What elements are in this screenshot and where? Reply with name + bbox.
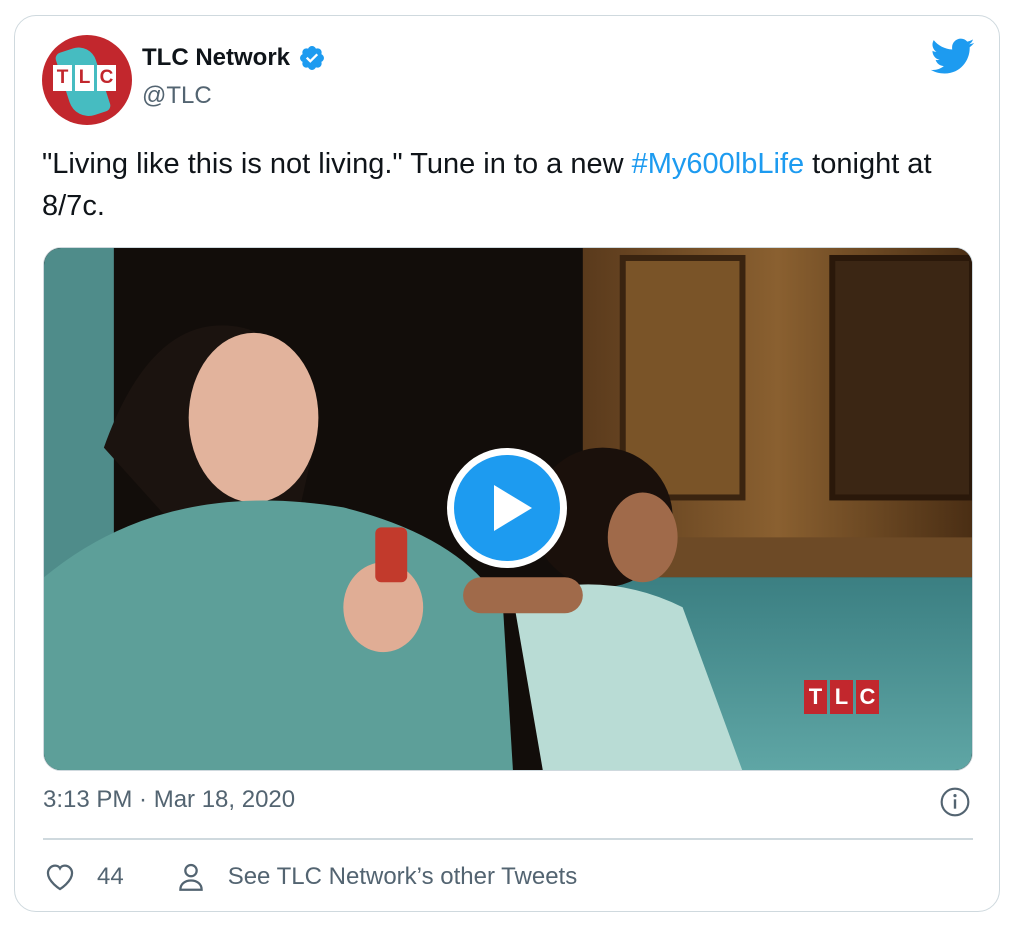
tweet-actions: 44 See TLC Network’s other Tweets (43, 859, 577, 895)
heart-icon (46, 864, 74, 891)
logo-letter: C (97, 65, 116, 91)
play-button[interactable] (447, 448, 567, 568)
hashtag-link[interactable]: #My600lbLife (632, 148, 805, 180)
other-tweets-link[interactable]: See TLC Network’s other Tweets (174, 860, 578, 894)
twitter-bird-icon[interactable] (931, 38, 975, 76)
author-name[interactable]: TLC Network (142, 44, 290, 72)
tweet-card[interactable]: T L C TLC Network @TLC "Living like this… (14, 15, 1000, 912)
logo-letter: L (75, 65, 94, 91)
watermark-letter: C (856, 680, 879, 714)
play-icon (494, 485, 532, 531)
tweet-text: "Living like this is not living." Tune i… (42, 143, 972, 227)
play-button-circle (454, 455, 560, 561)
divider (43, 838, 973, 840)
tlc-watermark: T L C (804, 680, 879, 714)
like-button[interactable]: 44 (43, 860, 124, 894)
watermark-letter: L (830, 680, 853, 714)
avatar[interactable]: T L C (42, 35, 132, 125)
tweet-text-part: "Living like this is not living." Tune i… (42, 148, 632, 180)
person-icon (178, 863, 203, 891)
watermark-letter: T (804, 680, 827, 714)
author-handle[interactable]: @TLC (142, 82, 212, 110)
like-count: 44 (97, 863, 124, 890)
other-tweets-label[interactable]: See TLC Network’s other Tweets (228, 863, 578, 891)
tlc-logo: T L C (53, 65, 116, 91)
logo-letter: T (53, 65, 72, 91)
verified-badge-icon (300, 46, 324, 70)
tweet-timestamp[interactable]: 3:13 PM · Mar 18, 2020 (43, 786, 295, 814)
author-name-row[interactable]: TLC Network (142, 44, 326, 72)
info-icon[interactable] (939, 786, 971, 818)
video-player[interactable]: T L C (43, 247, 973, 771)
